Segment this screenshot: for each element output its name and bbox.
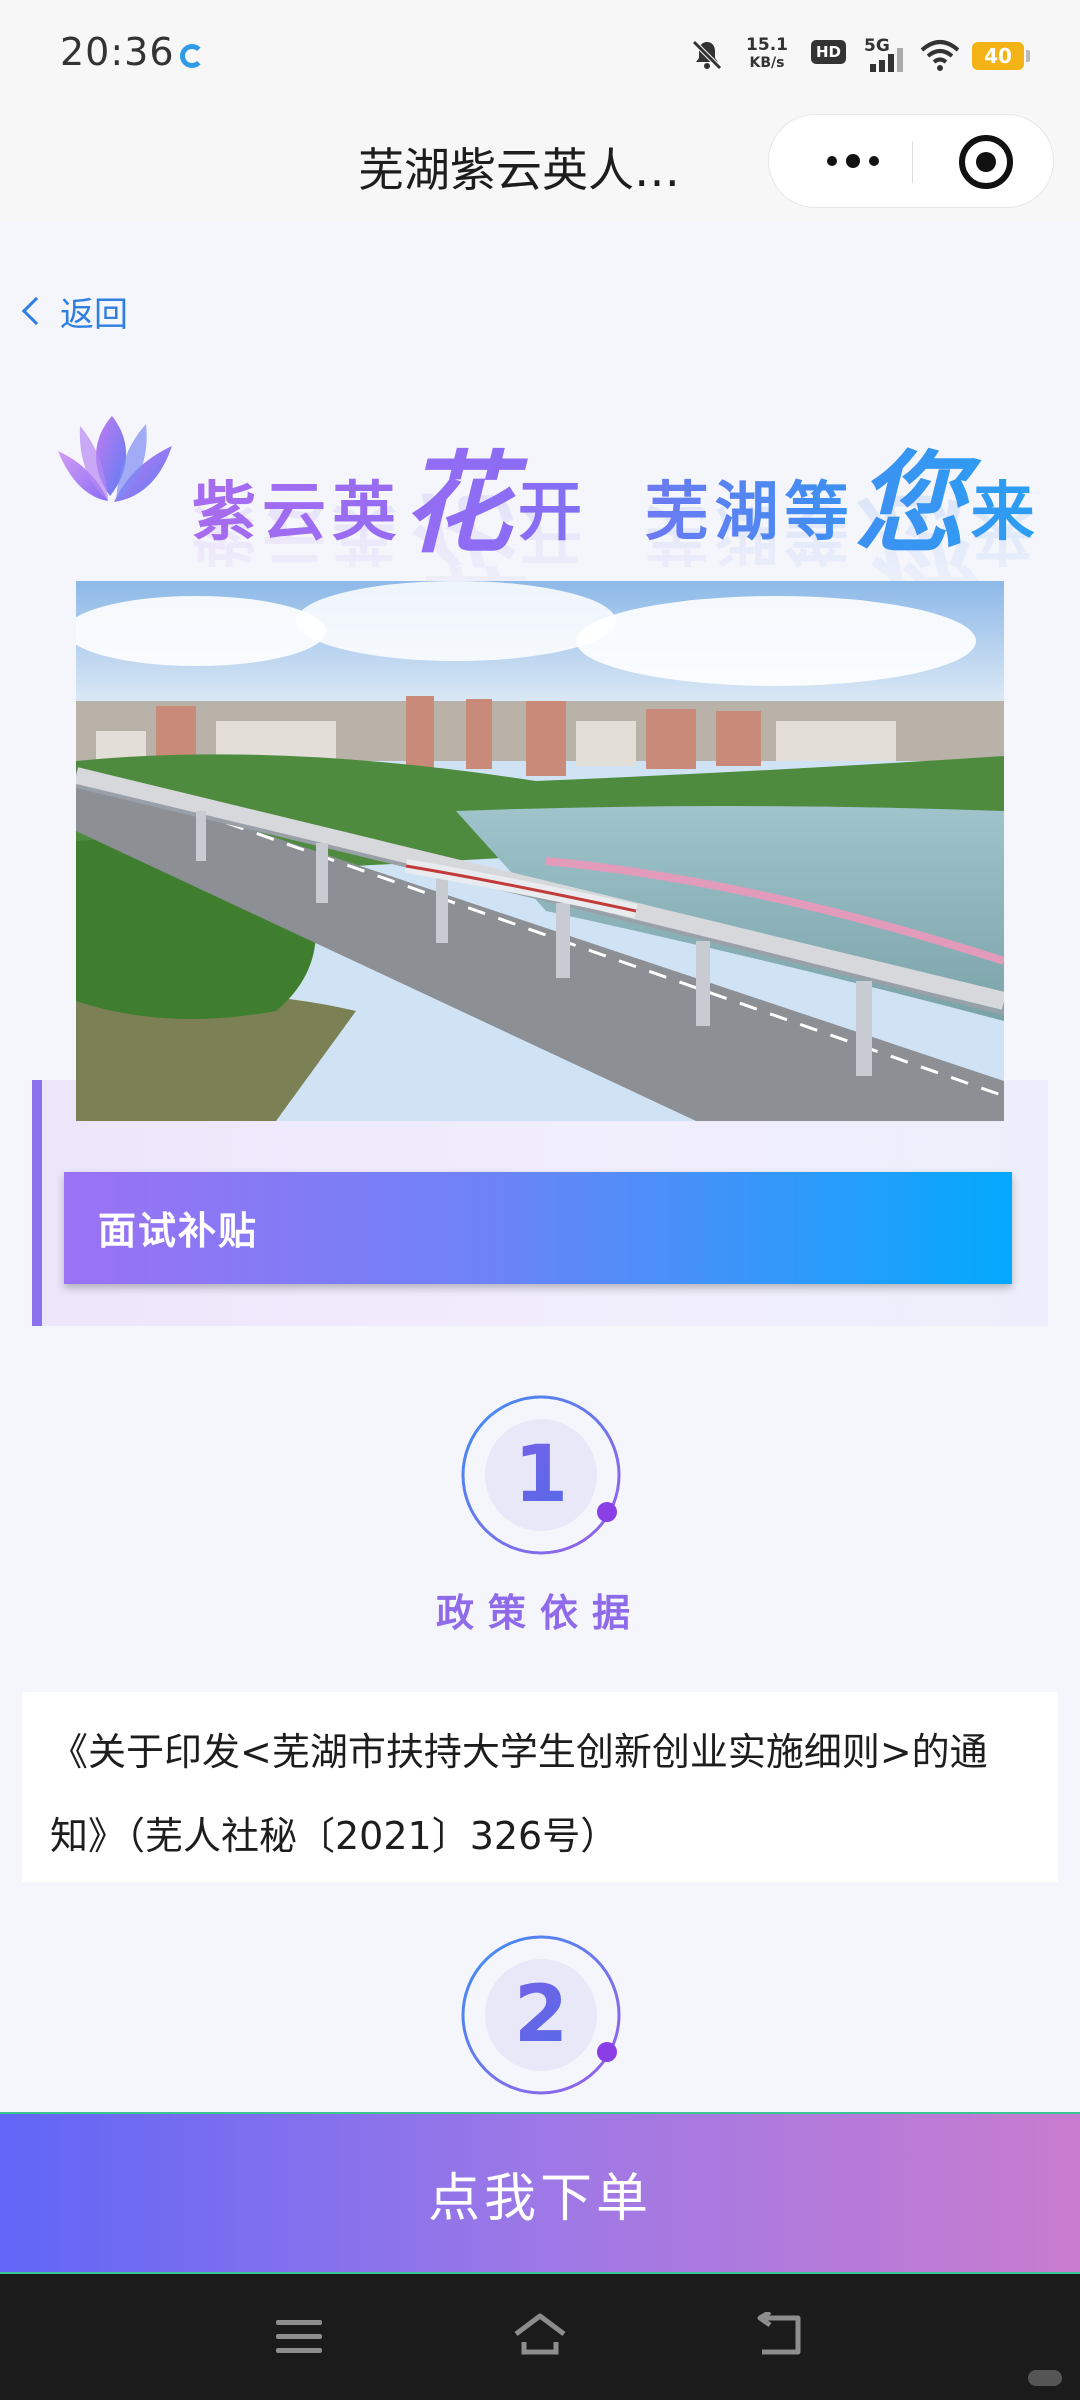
section-number-badge: 2 [456,1930,626,2100]
order-button[interactable]: 点我下单 [0,2112,1080,2274]
net-speed-value: 15.1 [746,35,788,55]
app-notification-icon [180,44,204,68]
mute-bell-icon [692,40,722,70]
signal-5g-icon: 5G [864,36,910,76]
section-number-badge: 1 [456,1390,626,1560]
lotus-logo-icon [58,416,172,502]
section-number: 1 [456,1390,626,1560]
section-number: 2 [456,1930,626,2100]
more-dots-icon[interactable] [809,115,919,209]
wifi-icon [920,40,960,71]
policy-text: 《关于印发<芜湖市扶持大学生创新创业实施细则>的通知》（芜人社秘〔2021〕32… [50,1730,988,1858]
nav-bar: 芜湖紫云英人… [0,112,1080,222]
slogan-reflection-1a: 紫云英 [192,496,402,570]
slogan-banner: 紫云英花开 芜湖等您来 紫云英花开 芜湖等您来 [50,372,1030,572]
corner-pill-icon [1028,2370,1062,2386]
battery-icon: 40 [972,42,1030,70]
page-title: 芜湖紫云英人… [358,143,680,197]
back-label: 返回 [60,294,128,335]
order-button-label: 点我下单 [427,2168,652,2229]
menu-icon[interactable] [276,2318,322,2356]
city-photo [76,581,1004,1121]
back-nav-icon[interactable] [754,2312,804,2360]
slogan-reflection-2b: 来 [970,496,1041,570]
section-title: 政策依据 [435,1591,644,1635]
policy-content-box: 《关于印发<芜湖市扶持大学生创新创业实施细则>的通知》（芜人社秘〔2021〕32… [22,1692,1058,1882]
status-time: 20:36 [60,30,175,74]
slogan-reflection-2a: 芜湖等 [644,496,855,570]
mini-program-capsule [768,114,1054,208]
hd-badge: HD [810,40,846,64]
home-icon[interactable] [510,2310,570,2360]
chevron-left-icon [21,296,51,326]
subsidy-label: 面试补贴 [98,1209,259,1253]
subsidy-header-bar: 面试补贴 [64,1172,1012,1284]
target-close-icon[interactable] [959,135,1013,189]
system-navigation-bar [0,2274,1080,2400]
slogan-reflection-1b: 开 [518,496,588,570]
back-button[interactable]: 返回 [16,286,128,336]
status-bar: 20:36 15.1 KB/s HD 5G 40 [0,0,1080,112]
capsule-divider [912,141,913,183]
net-speed: 15.1 KB/s [746,36,788,72]
net-speed-unit: KB/s [749,55,785,71]
